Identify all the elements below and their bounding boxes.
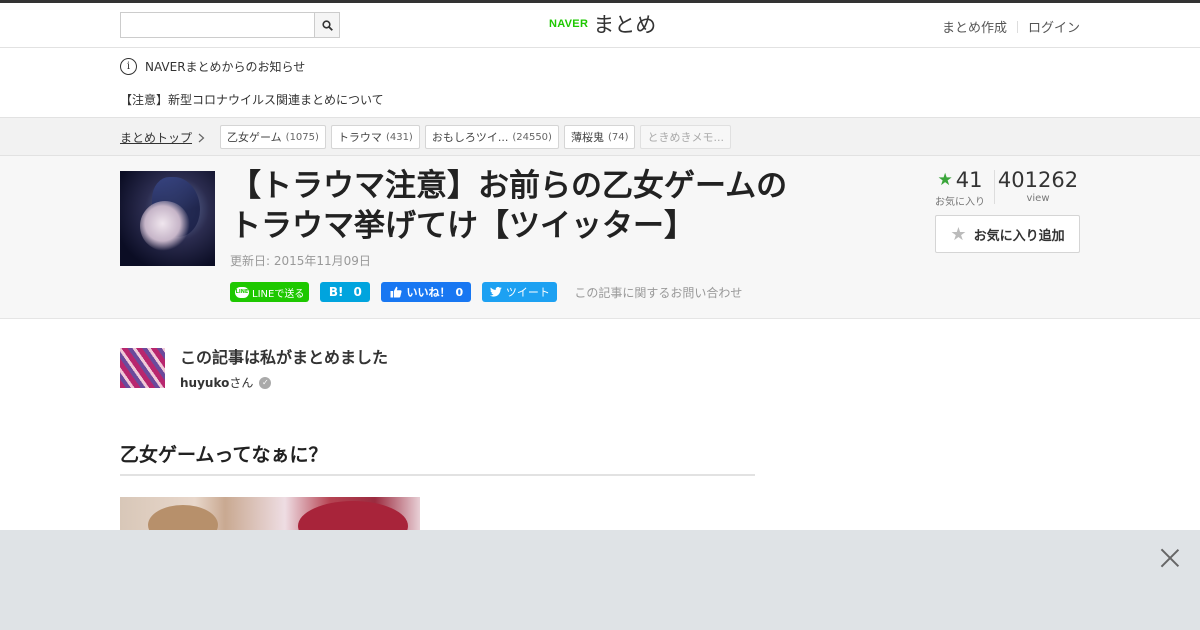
notice-link[interactable]: 【注意】新型コロナウイルス関連まとめについて (120, 91, 384, 108)
chevron-right-icon (198, 133, 205, 142)
article-header: 【トラウマ注意】お前らの乙女ゲームの トラウマ挙げてけ【ツイッター】 更新日: … (0, 156, 1200, 319)
share-buttons: LINE LINEで送る B! 0 いいね！ 0 ツイート この記事に関するお問… (230, 282, 742, 302)
views-stat: 401262 view (995, 168, 1081, 204)
header-divider (1016, 20, 1018, 33)
create-matome-link[interactable]: まとめ作成 (942, 17, 1007, 36)
article-title: 【トラウマ注意】お前らの乙女ゲームの トラウマ挙げてけ【ツイッター】 (230, 166, 830, 246)
notice-title-text: NAVERまとめからのお知らせ (145, 60, 306, 74)
breadcrumb-top-link[interactable]: まとめトップ (120, 129, 205, 146)
tweet-label: ツイート (505, 286, 550, 299)
author-avatar[interactable] (120, 348, 165, 388)
tag-count: (1075) (285, 131, 319, 143)
search-button[interactable] (314, 13, 339, 37)
tag-list: 乙女ゲーム (1075) トラウマ (431) おもしろツイ... (24550… (220, 125, 731, 149)
add-favorite-label: お気に入り追加 (973, 228, 1065, 244)
tag-tokimeki-memorial[interactable]: ときめきメモ... (640, 125, 731, 149)
favorites-count: 41 (955, 168, 983, 192)
article-stats: ★ 41 お気に入り 401262 view (926, 168, 1081, 208)
favorites-number: ★ 41 (926, 168, 994, 192)
hatena-icon: B! (328, 285, 344, 299)
author-heading: この記事は私がまとめました (180, 348, 389, 367)
notice-title: i NAVERまとめからのお知らせ (120, 58, 305, 75)
logo-brand: NAVER (549, 18, 589, 30)
author-name-text[interactable]: huyukoさん (180, 374, 253, 391)
article-title-line2: トラウマ挙げてけ【ツイッター】 (230, 208, 695, 244)
tag-label: ときめきメモ... (647, 131, 724, 144)
tag-otome-game[interactable]: 乙女ゲーム (1075) (220, 125, 326, 149)
twitter-bird-icon (489, 287, 502, 297)
image-art-left (148, 505, 218, 530)
tag-trauma[interactable]: トラウマ (431) (330, 125, 420, 149)
favorites-stat: ★ 41 お気に入り (926, 168, 994, 208)
image-art-right (298, 501, 408, 530)
top-header: NAVER まとめ まとめ作成 ログイン (0, 0, 1200, 48)
views-label: view (1026, 193, 1050, 204)
contact-link[interactable]: この記事に関するお問い合わせ (574, 284, 742, 301)
section-heading: 乙女ゲームってなぁに？ (120, 440, 755, 476)
author-name: huyuko (180, 376, 230, 390)
article-title-line1: 【トラウマ注意】お前らの乙女ゲームの (230, 168, 788, 204)
breadcrumb-bar: まとめトップ 乙女ゲーム (1075) トラウマ (431) おもしろツイ...… (0, 118, 1200, 156)
verified-check-icon: ✓ (259, 376, 272, 389)
search-icon (321, 19, 333, 31)
star-outline-icon: ★ (950, 223, 967, 245)
tag-count: (74) (607, 131, 629, 143)
updated-date: 更新日: 2015年11月09日 (230, 254, 371, 268)
search-box (120, 12, 340, 38)
login-link[interactable]: ログイン (1028, 17, 1080, 36)
tag-label: トラウマ (337, 131, 382, 144)
favorites-label: お気に入り (935, 197, 985, 208)
line-share-label: LINEで送る (252, 288, 305, 300)
thumbnail-art-face (140, 201, 190, 251)
article-thumbnail[interactable] (120, 171, 215, 266)
thumbs-up-icon (390, 286, 402, 298)
breadcrumb-top-label: まとめトップ (120, 131, 193, 145)
hatena-bookmark-button[interactable]: B! 0 (320, 282, 371, 302)
search-input[interactable] (121, 13, 315, 37)
views-count: 401262 (997, 168, 1079, 192)
hatena-count: 0 (353, 285, 362, 299)
tag-label: 乙女ゲーム (227, 131, 282, 144)
author-suffix: さん (229, 376, 254, 390)
tag-hakuouki[interactable]: 薄桜鬼 (74) (563, 125, 636, 149)
tag-funny-tweets[interactable]: おもしろツイ... (24550) (424, 125, 559, 149)
logo-text: まとめ (593, 13, 657, 37)
naver-matome-logo[interactable]: NAVER まとめ (549, 11, 656, 37)
tag-label: おもしろツイ... (431, 131, 509, 144)
notice-area: i NAVERまとめからのお知らせ 【注意】新型コロナウイルス関連まとめについて (0, 48, 1200, 118)
line-share-button[interactable]: LINE LINEで送る (230, 282, 310, 302)
ad-overlay-banner (0, 530, 1200, 630)
facebook-like-count: 0 (455, 285, 464, 299)
close-icon[interactable] (1160, 548, 1180, 568)
tag-count: (24550) (512, 131, 552, 143)
facebook-like-label: いいね！ (406, 286, 451, 299)
tag-label: 薄桜鬼 (570, 131, 604, 144)
line-icon: LINE (235, 286, 249, 298)
add-favorite-button[interactable]: ★ お気に入り追加 (935, 215, 1080, 253)
star-icon: ★ (937, 170, 953, 190)
facebook-like-button[interactable]: いいね！ 0 (381, 282, 472, 302)
author-name-row: huyukoさん ✓ (180, 374, 272, 391)
header-links: まとめ作成 ログイン (942, 17, 1080, 36)
info-icon: i (120, 58, 137, 75)
tweet-button[interactable]: ツイート (482, 282, 558, 302)
section-image[interactable] (120, 497, 420, 530)
tag-count: (431) (385, 131, 413, 143)
